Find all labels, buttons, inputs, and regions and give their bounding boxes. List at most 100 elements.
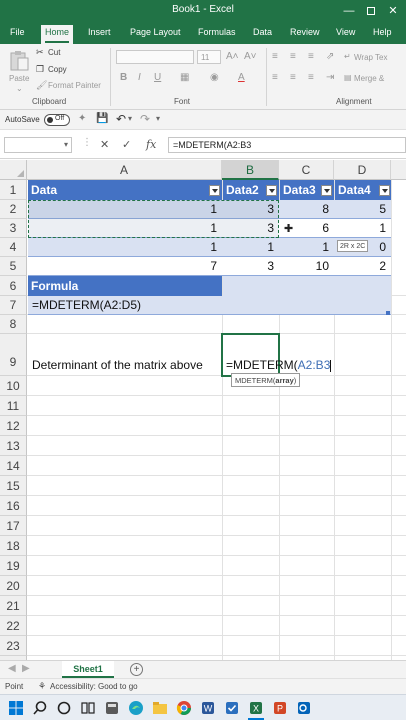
file-explorer-icon[interactable]	[152, 700, 168, 716]
row-header-19[interactable]: 19	[0, 556, 27, 576]
tasks-app-icon[interactable]	[224, 700, 240, 716]
table-header-data[interactable]: Data	[28, 180, 222, 200]
widgets-icon[interactable]	[104, 700, 120, 716]
cell-b2[interactable]: 3	[222, 200, 279, 219]
cell-d2[interactable]: 5	[334, 200, 391, 219]
orientation-icon[interactable]: ⇗	[326, 51, 334, 62]
row-header-17[interactable]: 17	[0, 516, 27, 536]
cell-a4[interactable]: 1	[27, 238, 222, 257]
save-icon[interactable]: 💾	[96, 113, 108, 124]
column-header-d[interactable]: D	[334, 160, 391, 180]
edge-browser-icon[interactable]	[128, 700, 144, 716]
outlook-icon[interactable]	[296, 700, 312, 716]
font-size-box[interactable]: 11	[197, 50, 221, 64]
paste-button[interactable]: Paste ⌄	[6, 48, 32, 93]
tab-page-layout[interactable]: Page Layout	[130, 27, 181, 37]
cell-c5[interactable]: 10	[279, 257, 334, 276]
row-header-13[interactable]: 13	[0, 436, 27, 456]
close-icon[interactable]: ✕	[382, 2, 404, 20]
cell-c4[interactable]: 1	[279, 238, 334, 257]
filter-dropdown-icon[interactable]	[379, 185, 390, 196]
cell-a7[interactable]: =MDETERM(A2:D5)	[27, 296, 222, 315]
filter-dropdown-icon[interactable]	[209, 185, 220, 196]
chrome-icon[interactable]	[176, 700, 192, 716]
row-header-22[interactable]: 22	[0, 616, 27, 636]
row-header-1[interactable]: 1	[0, 180, 27, 200]
column-header-b[interactable]: B	[222, 160, 279, 180]
minimize-icon[interactable]: —	[338, 2, 360, 20]
borders-icon[interactable]: ▦	[180, 72, 189, 83]
spreadsheet-grid[interactable]: A B C D 1 2 3 4 5 6 7 8 9 10 11 12 13 14…	[0, 160, 406, 660]
tab-help[interactable]: Help	[373, 27, 392, 37]
cell-a9[interactable]: Determinant of the matrix above	[27, 334, 222, 376]
tab-data[interactable]: Data	[253, 27, 272, 37]
column-header-e[interactable]	[391, 160, 406, 180]
align-middle-icon[interactable]: ≡	[290, 51, 296, 62]
column-header-a[interactable]: A	[27, 160, 222, 180]
formula-input[interactable]: =MDETERM(A2:B3	[168, 137, 406, 153]
row-header-23[interactable]: 23	[0, 636, 27, 656]
excel-icon[interactable]: X	[248, 700, 264, 716]
function-tooltip[interactable]: MDETERM(array)	[231, 373, 301, 387]
filter-dropdown-icon[interactable]	[321, 185, 332, 196]
align-left-icon[interactable]: ≡	[272, 72, 278, 83]
underline-icon[interactable]: U	[154, 72, 161, 83]
row-header-2[interactable]: 2	[0, 200, 27, 219]
row-header-15[interactable]: 15	[0, 476, 27, 496]
cell-d3[interactable]: 1	[334, 219, 391, 238]
row-header-3[interactable]: 3	[0, 219, 27, 238]
tab-review[interactable]: Review	[290, 27, 320, 37]
name-box[interactable]: ▾	[4, 137, 72, 153]
tab-file[interactable]: File	[10, 27, 25, 37]
tab-insert[interactable]: Insert	[88, 27, 111, 37]
tab-formulas[interactable]: Formulas	[198, 27, 236, 37]
table-resize-handle[interactable]	[386, 311, 390, 315]
align-right-icon[interactable]: ≡	[308, 72, 314, 83]
align-bottom-icon[interactable]: ≡	[308, 51, 314, 62]
italic-icon[interactable]: I	[138, 72, 141, 83]
row-header-21[interactable]: 21	[0, 596, 27, 616]
customize-icon[interactable]: ▾	[156, 114, 160, 123]
formula-table-header[interactable]: Formula	[28, 276, 222, 296]
row-header-11[interactable]: 11	[0, 396, 27, 416]
powerpoint-icon[interactable]: P	[272, 700, 288, 716]
task-view-icon[interactable]	[80, 700, 96, 716]
scroll-right-icon[interactable]: ▶	[22, 663, 30, 674]
select-all-corner[interactable]	[0, 160, 27, 180]
chevron-down-icon[interactable]: ▾	[128, 114, 132, 123]
sheet-tab-sheet1[interactable]: Sheet1	[62, 661, 114, 678]
row-header-8[interactable]: 8	[0, 315, 27, 334]
cell-b3[interactable]: 3	[222, 219, 279, 238]
cortana-icon[interactable]	[56, 700, 72, 716]
cancel-icon[interactable]: ✕	[100, 138, 109, 151]
word-icon[interactable]: W	[200, 700, 216, 716]
function-argument[interactable]: array	[275, 376, 293, 385]
search-icon[interactable]	[32, 700, 48, 716]
column-header-c[interactable]: C	[279, 160, 334, 180]
fill-color-icon[interactable]: ◉	[210, 72, 219, 83]
row-header-12[interactable]: 12	[0, 416, 27, 436]
cell-c2[interactable]: 8	[279, 200, 334, 219]
font-name-box[interactable]	[116, 50, 194, 64]
row-header-4[interactable]: 4	[0, 238, 27, 257]
scroll-left-icon[interactable]: ◀	[8, 663, 16, 674]
indent-icon[interactable]: ⇥	[326, 72, 334, 83]
redo-icon[interactable]: ↷	[140, 112, 150, 126]
row-header-10[interactable]: 10	[0, 376, 27, 396]
row-header-6[interactable]: 6	[0, 276, 27, 296]
align-top-icon[interactable]: ≡	[272, 51, 278, 62]
chevron-down-icon[interactable]: ▾	[64, 140, 68, 149]
row-header-7[interactable]: 7	[0, 296, 27, 315]
cell-a3[interactable]: 1	[27, 219, 222, 238]
autosave-toggle[interactable]: Off	[44, 114, 70, 126]
maximize-icon[interactable]	[360, 2, 382, 20]
tab-view[interactable]: View	[336, 27, 355, 37]
windows-start-icon[interactable]	[8, 700, 24, 716]
bold-icon[interactable]: B	[120, 72, 127, 83]
insert-function-button[interactable]: fx	[146, 138, 156, 151]
accessibility-icon[interactable]: ⚘	[38, 681, 46, 692]
row-header-18[interactable]: 18	[0, 536, 27, 556]
add-sheet-button[interactable]: +	[130, 663, 143, 676]
filter-dropdown-icon[interactable]	[266, 185, 277, 196]
cell-b9-edit[interactable]: =MDETERM(A2:B3	[222, 334, 336, 376]
